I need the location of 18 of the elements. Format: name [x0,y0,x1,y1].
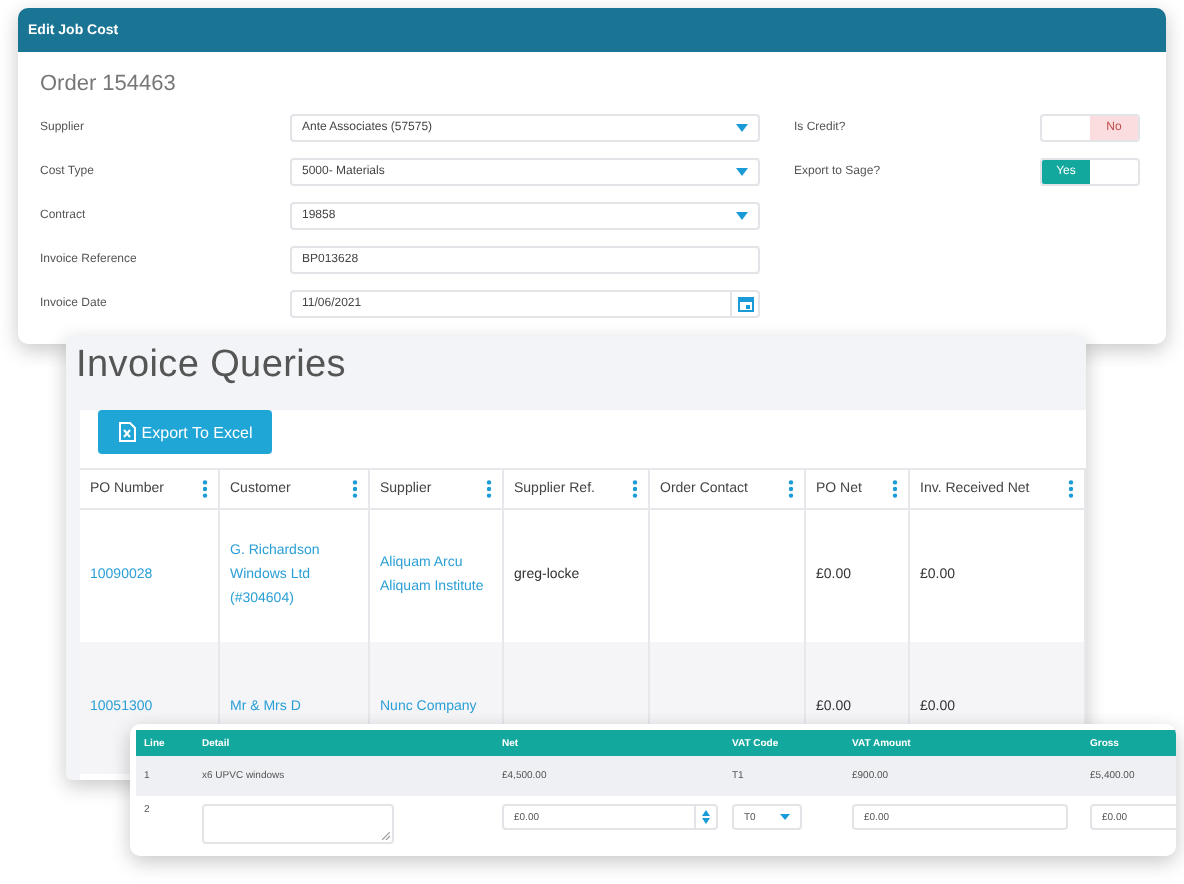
caret-icon [736,212,748,220]
caret-icon [736,124,748,132]
spinner-icon[interactable] [702,810,710,824]
caret-icon [736,168,748,176]
column-menu-icon[interactable] [892,480,898,498]
column-menu-icon[interactable] [202,480,208,498]
caret-icon [780,814,790,820]
detail-field[interactable] [202,804,394,844]
column-menu-icon[interactable] [632,480,638,498]
spreadsheet-icon [117,422,136,442]
column-menu-icon[interactable] [352,480,358,498]
column-menu-icon[interactable] [788,480,794,498]
calendar-icon[interactable] [737,296,753,312]
page-title: Invoice Queries [74,342,349,390]
column-menu-icon[interactable] [486,480,492,498]
resize-grip-icon[interactable] [382,832,390,840]
order-heading: Order 154463 [40,70,178,100]
column-menu-icon[interactable] [1068,480,1074,498]
